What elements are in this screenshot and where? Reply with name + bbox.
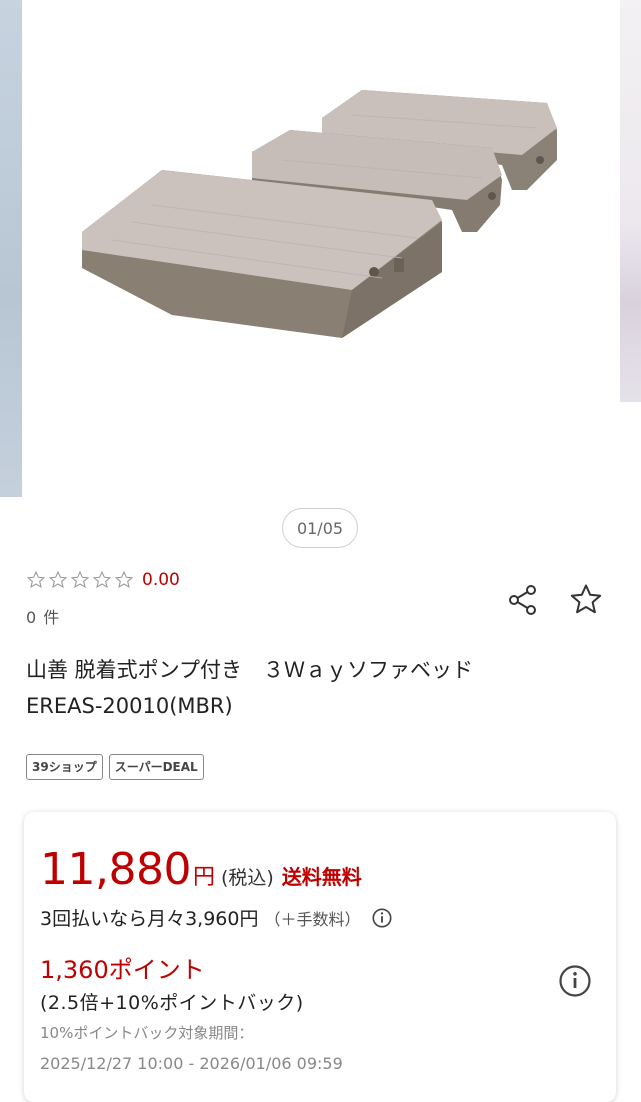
free-shipping-label: 送料無料 [281, 865, 362, 889]
product-model: EREAS-20010(MBR) [26, 694, 233, 718]
installment-info: 3回払いなら月々3,960円 （＋手数料） [40, 904, 393, 931]
info-icon[interactable] [371, 907, 393, 929]
next-slide-preview[interactable] [620, 0, 641, 402]
star-outline-icon[interactable] [568, 582, 604, 618]
points: 1,360ポイント [40, 956, 205, 984]
product-image-gallery[interactable] [0, 0, 641, 500]
star-empty-icon [92, 570, 112, 589]
price-row: 11,880 円 (税込) 送料無料 [40, 844, 362, 895]
points-info-icon[interactable] [558, 964, 592, 998]
price: 11,880 [40, 844, 191, 895]
product-badges: 39ショップ スーパーDEAL [26, 754, 204, 780]
star-empty-icon [48, 570, 68, 589]
product-title-line1: 山善 脱着式ポンプ付き ３Ｗａｙソファベッド [26, 658, 474, 682]
rating[interactable]: 0.00 [26, 570, 180, 590]
star-empty-icon [70, 570, 90, 589]
product-title: 山善 脱着式ポンプ付き ３Ｗａｙソファベッド EREAS-20010(MBR) [26, 652, 616, 724]
point-back-period: 2025/12/27 10:00 - 2026/01/06 09:59 [40, 1054, 343, 1073]
points-detail: (2.5倍+10%ポイントバック) [40, 992, 304, 1014]
product-image[interactable] [22, 0, 620, 500]
rating-stars [26, 570, 134, 590]
previous-slide-preview[interactable] [0, 0, 22, 497]
review-count[interactable]: 0 件 [26, 604, 60, 628]
image-pager: 01/05 [282, 508, 358, 548]
price-card: 11,880 円 (税込) 送料無料 3回払いなら月々3,960円 （＋手数料）… [24, 812, 616, 1102]
rating-score: 0.00 [142, 570, 180, 590]
price-currency: 円 [192, 865, 215, 890]
share-icon[interactable] [505, 582, 541, 618]
star-empty-icon [26, 570, 46, 589]
sofa-bed-image [82, 90, 557, 338]
badge-39shop[interactable]: 39ショップ [26, 754, 103, 780]
point-back-period-label: 10%ポイントバック対象期間： [40, 1024, 254, 1042]
star-empty-icon [114, 570, 134, 589]
installment-fee: （＋手数料） [264, 909, 361, 929]
installment-text: 3回払いなら月々3,960円 [40, 908, 259, 930]
badge-super-deal[interactable]: スーパーDEAL [108, 754, 204, 780]
tax-note: (税込) [220, 867, 274, 889]
